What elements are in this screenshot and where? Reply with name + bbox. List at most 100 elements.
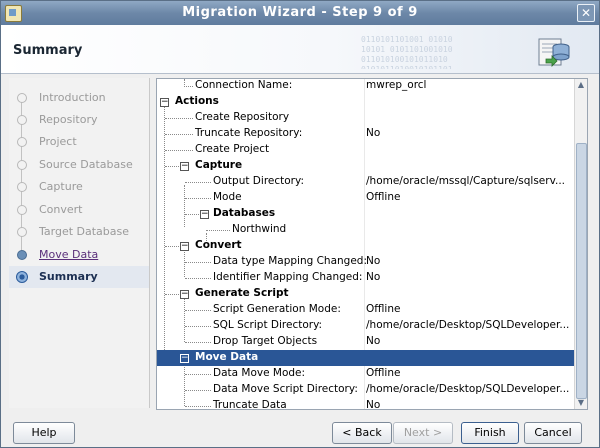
tree-row-script-generation-mode[interactable]: Script Generation Mode: Offline [157,302,575,318]
node-label: Databases [213,207,276,219]
tree-row-data-move-script-directory[interactable]: Data Move Script Directory: /home/oracle… [157,382,575,398]
tree-row-output-directory[interactable]: Output Directory: /home/oracle/mssql/Cap… [157,174,575,190]
row-label: Create Repository [195,111,290,123]
step-pending-icon [17,115,27,125]
scrollbar-thumb[interactable] [576,143,587,399]
row-label: Data Move Script Directory: [213,383,358,395]
row-value: /home/oracle/mssql/Capture/sqlserv... [366,175,565,187]
tree-row-datatype-mapping[interactable]: Data type Mapping Changed: No [157,254,575,270]
close-button[interactable]: ✕ [577,4,595,22]
step-introduction[interactable]: Introduction [9,87,149,109]
tree-row-data-move-mode[interactable]: Data Move Mode: Offline [157,366,575,382]
row-label: Connection Name: [195,79,293,91]
tree-line [165,134,193,135]
tree-row-sql-script-directory[interactable]: SQL Script Directory: /home/oracle/Deskt… [157,318,575,334]
step-pending-icon [17,182,27,192]
title-bar[interactable]: Migration Wizard - Step 9 of 9 ✕ [1,1,599,25]
next-button[interactable]: Next > [393,422,453,444]
step-project[interactable]: Project [9,131,149,153]
tree-line [185,326,211,327]
row-value: No [366,335,381,347]
summary-tree[interactable]: Connection Name: mwrep_orcl − Actions Cr… [157,79,575,409]
step-label: Project [39,135,77,148]
cancel-button[interactable]: Cancel [524,422,582,444]
step-done-icon [17,250,27,260]
step-capture[interactable]: Capture [9,176,149,198]
step-label: Source Database [39,158,133,171]
tree-line [165,150,193,151]
tree-row-create-repository[interactable]: Create Repository [157,110,575,126]
scroll-up-icon[interactable]: ▲ [576,80,586,90]
row-label: Truncate Repository: [195,127,303,139]
row-value: /home/oracle/Desktop/SQLDeveloper... [366,319,570,331]
wizard-header: Summary 0110101101001 01010 10101 010110… [1,25,599,74]
step-repository[interactable]: Repository [9,109,149,131]
tree-row-connection-name[interactable]: Connection Name: mwrep_orcl [157,79,575,94]
step-source-database[interactable]: Source Database [9,154,149,176]
collapse-icon[interactable]: − [180,290,189,299]
row-value: mwrep_orcl [366,79,427,91]
node-label: Generate Script [195,287,289,299]
tree-row-drop-target-objects[interactable]: Drop Target Objects No [157,334,575,350]
help-button[interactable]: Help [13,422,75,444]
tree-row-northwind[interactable]: Northwind [157,222,575,238]
step-label: Move Data [39,248,99,261]
tree-row-create-project[interactable]: Create Project [157,142,575,158]
row-value: No [366,399,381,410]
tree-node-capture[interactable]: − Capture [157,158,575,174]
step-pending-icon [17,205,27,215]
step-pending-icon [17,137,27,147]
binary-decoration: 0110101101001 01010 10101 0101101001010 … [361,35,453,69]
tree-line [185,310,211,311]
row-value: Offline [366,191,401,203]
row-label: Script Generation Mode: [213,303,341,315]
tree-line [165,166,179,167]
step-label: Repository [39,113,98,126]
step-convert[interactable]: Convert [9,199,149,221]
node-label: Actions [175,95,219,107]
scroll-down-icon[interactable]: ▼ [576,398,586,408]
tree-node-convert[interactable]: − Convert [157,238,575,254]
tree-line [165,294,179,295]
step-move-data[interactable]: Move Data [9,244,149,266]
row-value: No [366,271,381,283]
tree-row-truncate-repository[interactable]: Truncate Repository: No [157,126,575,142]
collapse-icon[interactable]: − [200,210,209,219]
step-current-icon [16,271,28,283]
wizard-body: Introduction Repository Project Source D… [1,74,599,412]
back-button[interactable]: < Back [332,422,392,444]
step-label: Convert [39,203,83,216]
tree-line [185,198,211,199]
vertical-scrollbar[interactable]: ▲ ▼ [574,79,587,409]
collapse-icon[interactable]: − [180,242,189,251]
collapse-icon[interactable]: − [180,162,189,171]
row-label: Data type Mapping Changed: [213,255,368,267]
tree-row-mode[interactable]: Mode Offline [157,190,575,206]
tree-line [185,278,211,279]
tree-node-move-data[interactable]: − Move Data [157,350,575,366]
collapse-icon[interactable]: − [160,98,169,107]
tree-node-generate-script[interactable]: − Generate Script [157,286,575,302]
tree-line [185,374,211,375]
step-label: Summary [39,270,98,283]
tree-row-truncate-data[interactable]: Truncate Data No [157,398,575,410]
tree-line [185,390,211,391]
step-label: Capture [39,180,83,193]
tree-line [185,406,211,407]
tree-line [185,262,211,263]
step-summary[interactable]: Summary [9,266,149,288]
tree-line [206,230,230,231]
row-label: Drop Target Objects [213,335,318,347]
tree-row-identifier-mapping[interactable]: Identifier Mapping Changed: No [157,270,575,286]
step-target-database[interactable]: Target Database [9,221,149,243]
finish-button[interactable]: Finish [461,422,519,444]
window-title: Migration Wizard - Step 9 of 9 [182,5,418,20]
tree-node-databases[interactable]: − Databases [157,206,575,222]
tree-node-actions[interactable]: − Actions [157,94,575,110]
step-navigator: Introduction Repository Project Source D… [9,78,150,408]
row-value: Offline [366,303,401,315]
node-label: Move Data [195,351,259,363]
page-title: Summary [13,43,83,58]
row-value: No [366,255,381,267]
collapse-icon[interactable]: − [180,354,189,363]
